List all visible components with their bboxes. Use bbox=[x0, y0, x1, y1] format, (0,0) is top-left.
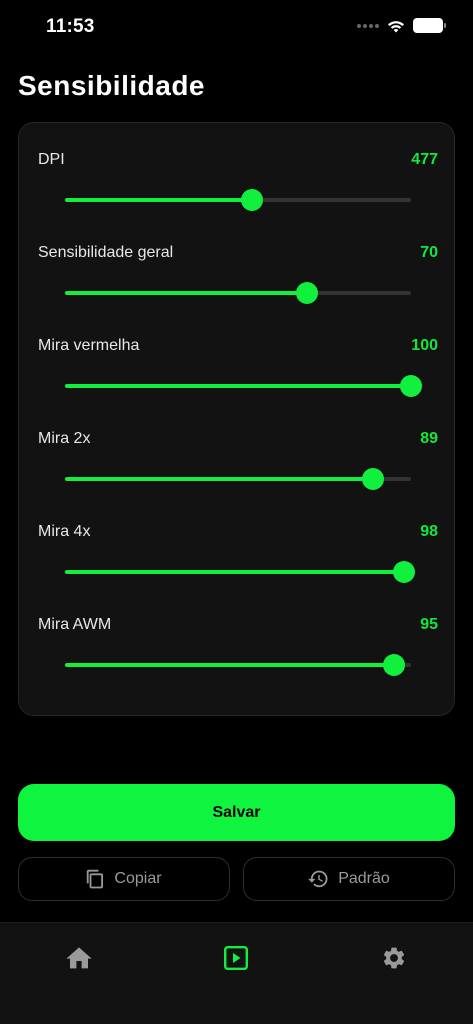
save-button[interactable]: Salvar bbox=[18, 784, 455, 841]
slider-thumb[interactable] bbox=[296, 282, 319, 304]
slider-row-sensibilidade-geral: Sensibilidade geral 70 bbox=[19, 216, 456, 309]
slider-fill bbox=[65, 570, 405, 574]
slider-label: DPI bbox=[38, 151, 65, 168]
sensitivity-card: DPI 477 Sensibilidade geral 70 Mira verm… bbox=[18, 122, 455, 716]
status-bar: 11:53 bbox=[0, 0, 473, 54]
page-title: Sensibilidade bbox=[18, 70, 205, 101]
status-time: 11:53 bbox=[46, 16, 95, 37]
signal-icon bbox=[357, 23, 379, 28]
play-icon bbox=[224, 946, 248, 970]
slider-label: Mira AWM bbox=[38, 616, 112, 633]
copy-button[interactable]: Copiar bbox=[18, 857, 230, 901]
history-icon bbox=[308, 870, 328, 888]
slider-fill bbox=[65, 663, 394, 667]
copy-button-label: Copiar bbox=[114, 870, 162, 887]
slider-thumb[interactable] bbox=[393, 561, 416, 583]
slider-fill bbox=[65, 198, 252, 202]
slider-value: 477 bbox=[411, 151, 438, 168]
bottom-nav bbox=[0, 922, 473, 1024]
status-icons bbox=[357, 18, 446, 33]
screen: 11:53 Sensibilidade DPI 477 Sensibilidad… bbox=[0, 0, 473, 1024]
dpi-slider[interactable] bbox=[65, 189, 411, 211]
slider-thumb[interactable] bbox=[361, 468, 384, 490]
slider-label: Mira vermelha bbox=[38, 337, 140, 354]
slider-row-mira-2x: Mira 2x 89 bbox=[19, 402, 456, 495]
reset-button[interactable]: Padrão bbox=[243, 857, 455, 901]
gear-icon bbox=[383, 947, 405, 969]
slider-label: Sensibilidade geral bbox=[38, 244, 174, 261]
slider-value: 89 bbox=[420, 430, 438, 447]
nav-settings[interactable] bbox=[374, 941, 414, 975]
slider-fill bbox=[65, 384, 411, 388]
slider-thumb[interactable] bbox=[382, 654, 405, 676]
slider-value: 95 bbox=[420, 616, 438, 633]
slider-value: 100 bbox=[411, 337, 438, 354]
slider-row-mira-awm: Mira AWM 95 bbox=[19, 588, 456, 681]
reset-button-label: Padrão bbox=[338, 870, 390, 887]
slider-row-mira-vermelha: Mira vermelha 100 bbox=[19, 309, 456, 402]
slider-value: 98 bbox=[420, 523, 438, 540]
nav-home[interactable] bbox=[59, 941, 99, 975]
slider-row-dpi: DPI 477 bbox=[19, 123, 456, 216]
copy-icon bbox=[87, 869, 104, 889]
slider-label: Mira 4x bbox=[38, 523, 91, 540]
home-icon bbox=[66, 947, 92, 969]
scope-2x-slider[interactable] bbox=[65, 468, 411, 490]
slider-value: 70 bbox=[420, 244, 438, 261]
slider-fill bbox=[65, 291, 308, 295]
general-sensitivity-slider[interactable] bbox=[65, 282, 411, 304]
slider-thumb[interactable] bbox=[240, 189, 263, 211]
nav-play[interactable] bbox=[216, 941, 256, 975]
slider-row-mira-4x: Mira 4x 98 bbox=[19, 495, 456, 588]
awm-scope-slider[interactable] bbox=[65, 654, 411, 676]
battery-icon bbox=[413, 18, 446, 33]
wifi-icon bbox=[388, 20, 404, 32]
slider-fill bbox=[65, 477, 373, 481]
slider-thumb[interactable] bbox=[400, 375, 422, 397]
slider-label: Mira 2x bbox=[38, 430, 91, 447]
red-dot-slider[interactable] bbox=[65, 375, 422, 397]
scope-4x-slider[interactable] bbox=[65, 561, 416, 583]
